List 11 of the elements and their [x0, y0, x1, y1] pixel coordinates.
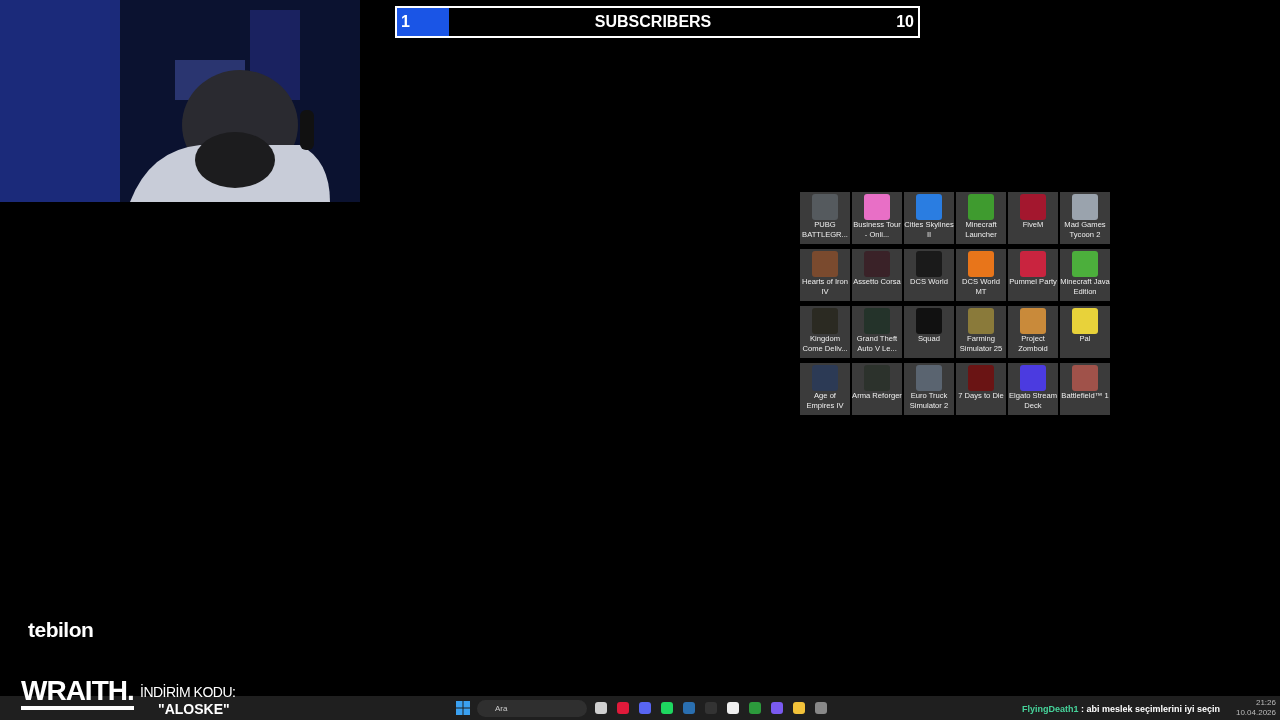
chat-message: FlyingDeath1 : abi meslek seçimlerini iyi seçin — [1022, 703, 1221, 716]
goal-target: 10 — [896, 12, 914, 32]
current-count: 1 — [401, 12, 410, 32]
search-field[interactable]: Ara — [477, 699, 587, 717]
goal-title: SUBSCRIBERS — [594, 12, 712, 32]
discount-label: İNDİRİM KODU: — [140, 683, 236, 702]
sponsor-logo: tebilon — [28, 617, 94, 643]
clock-time: 21:26 — [1254, 698, 1276, 708]
clock-date: 10.04.2026 — [1235, 708, 1276, 718]
start-icon[interactable] — [455, 700, 471, 716]
discount-code: "ALOSKE" — [158, 700, 230, 719]
